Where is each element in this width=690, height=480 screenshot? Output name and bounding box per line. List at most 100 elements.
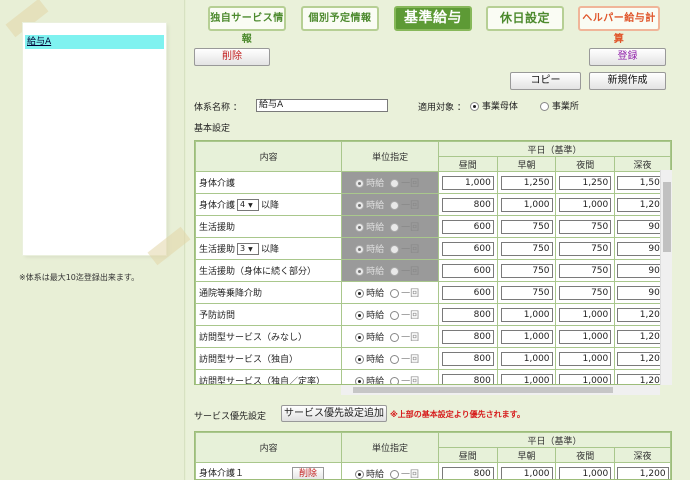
rate-input[interactable]: 750	[500, 263, 553, 278]
value-cell: 1,000	[496, 369, 557, 384]
unit-label-hourly: 時給	[366, 223, 385, 233]
rate-input[interactable]: 1,000	[500, 329, 553, 344]
unit-radio-once	[390, 245, 400, 254]
tab-individual-schedule[interactable]: 個別予定情報	[301, 6, 379, 31]
unit-radio-hourly[interactable]	[355, 289, 365, 298]
rate-input[interactable]: 800	[441, 466, 494, 479]
name-field[interactable]: 給与A	[256, 99, 388, 112]
value-cell: 1,000	[555, 325, 616, 348]
value-cell: 800	[437, 325, 498, 348]
rate-input[interactable]: 1,250	[559, 175, 612, 190]
table-row: 生活援助 時給 一回 600 750 750 900	[195, 215, 671, 238]
header-unit: 単位指定	[341, 432, 439, 463]
rate-input[interactable]: 1,250	[500, 175, 553, 190]
unit-radio-hourly[interactable]	[355, 311, 365, 320]
delete-button[interactable]: 削除	[194, 48, 270, 66]
unit-radio-once[interactable]	[390, 377, 400, 384]
new-button[interactable]: 新規作成	[589, 72, 666, 90]
header-content: 内容	[195, 141, 343, 172]
rate-input[interactable]: 1,000	[500, 466, 553, 479]
rate-input[interactable]: 600	[441, 263, 494, 278]
row-delete-button[interactable]: 削除	[292, 466, 325, 479]
unit-radio-once[interactable]	[390, 355, 400, 364]
unit-radio-hourly[interactable]	[355, 470, 365, 479]
unit-selector: 時給 一回	[341, 259, 439, 282]
target-radio-group[interactable]	[470, 102, 479, 111]
add-priority-button[interactable]: サービス優先設定追加	[281, 405, 387, 422]
scrollbar-thumb[interactable]	[353, 387, 613, 393]
rate-input[interactable]: 750	[500, 219, 553, 234]
rate-input[interactable]: 1,000	[500, 197, 553, 212]
count-select[interactable]: 4 ▼	[237, 199, 260, 212]
rate-input[interactable]: 1,200	[616, 466, 669, 479]
unit-radio-once[interactable]	[390, 470, 400, 479]
value-cell: 800	[437, 347, 498, 370]
value-cell: 600	[437, 281, 498, 304]
register-button[interactable]: 登録	[589, 48, 666, 66]
rate-input[interactable]: 800	[441, 307, 494, 322]
tab-helper-salary-calc[interactable]: ヘルパー給与計算	[578, 6, 660, 45]
rate-input[interactable]: 800	[441, 329, 494, 344]
unit-selector: 時給 一回	[341, 193, 439, 216]
rate-input[interactable]: 600	[441, 219, 494, 234]
rate-input[interactable]: 1,000	[500, 307, 553, 322]
rate-input[interactable]: 1,000	[500, 351, 553, 366]
rate-input[interactable]: 1,000	[559, 466, 612, 479]
header-late-night: 深夜	[614, 447, 671, 463]
grid-horizontal-scrollbar[interactable]	[341, 385, 660, 395]
unit-radio-hourly	[355, 179, 365, 188]
unit-label-hourly: 時給	[366, 355, 385, 365]
rate-input[interactable]: 800	[441, 351, 494, 366]
rate-input[interactable]: 600	[441, 241, 494, 256]
unit-radio-hourly[interactable]	[355, 377, 365, 384]
unit-radio-once[interactable]	[390, 333, 400, 342]
salary-list-item[interactable]: 給与A	[25, 35, 164, 49]
row-content: 生活援助	[195, 215, 343, 238]
tab-independent-service[interactable]: 独自サービス情報	[208, 6, 286, 45]
unit-label-once: 一回	[401, 267, 420, 277]
rate-input[interactable]: 800	[441, 373, 494, 384]
rate-input[interactable]: 750	[559, 241, 612, 256]
rate-input[interactable]: 750	[559, 285, 612, 300]
target-radio-office[interactable]	[540, 102, 549, 111]
rate-input[interactable]: 1,000	[559, 351, 612, 366]
row-name: 身体介護	[199, 200, 236, 211]
value-cell: 750	[555, 215, 616, 238]
rate-input[interactable]: 600	[441, 285, 494, 300]
rate-input[interactable]: 750	[559, 219, 612, 234]
unit-radio-once[interactable]	[390, 311, 400, 320]
scrollbar-thumb[interactable]	[663, 182, 671, 252]
rate-input[interactable]: 1,000	[559, 329, 612, 344]
value-cell: 800	[437, 462, 498, 479]
unit-selector: 時給 一回	[341, 462, 439, 479]
rate-input[interactable]: 1,000	[441, 175, 494, 190]
rate-input[interactable]: 1,000	[559, 373, 612, 384]
header-unit: 単位指定	[341, 141, 439, 172]
rate-input[interactable]: 750	[500, 285, 553, 300]
unit-label-hourly: 時給	[366, 245, 385, 255]
tab-base-salary[interactable]: 基準給与	[394, 6, 472, 31]
tab-holiday-settings[interactable]: 休日設定	[486, 6, 564, 31]
unit-radio-hourly[interactable]	[355, 333, 365, 342]
header-night: 夜間	[555, 447, 616, 463]
value-cell: 1,250	[555, 171, 616, 194]
rate-input[interactable]: 1,000	[500, 373, 553, 384]
table-row: 訪問型サービス（みなし） 時給 一回 800 1,000 1,000 1,200	[195, 325, 671, 348]
rate-input[interactable]: 800	[441, 197, 494, 212]
unit-label-once: 一回	[401, 223, 420, 233]
copy-button[interactable]: コピー	[510, 72, 581, 90]
table-row: 身体介護 4 ▼ 以降 時給 一回 800 1,000 1,000 1,200	[195, 193, 671, 216]
unit-radio-once[interactable]	[390, 289, 400, 298]
rate-input[interactable]: 1,000	[559, 307, 612, 322]
target-option-office: 事業所	[540, 99, 579, 112]
rate-input[interactable]: 750	[500, 241, 553, 256]
unit-selector: 時給 一回	[341, 171, 439, 194]
rate-input[interactable]: 1,000	[559, 197, 612, 212]
rate-input[interactable]: 750	[559, 263, 612, 278]
salary-list-item-label: 給与A	[27, 37, 52, 47]
grid-vertical-scrollbar[interactable]	[660, 170, 672, 385]
unit-radio-hourly[interactable]	[355, 355, 365, 364]
unit-selector: 時給 一回	[341, 303, 439, 326]
count-select-value: 4	[240, 200, 246, 210]
count-select[interactable]: 3 ▼	[237, 243, 260, 256]
